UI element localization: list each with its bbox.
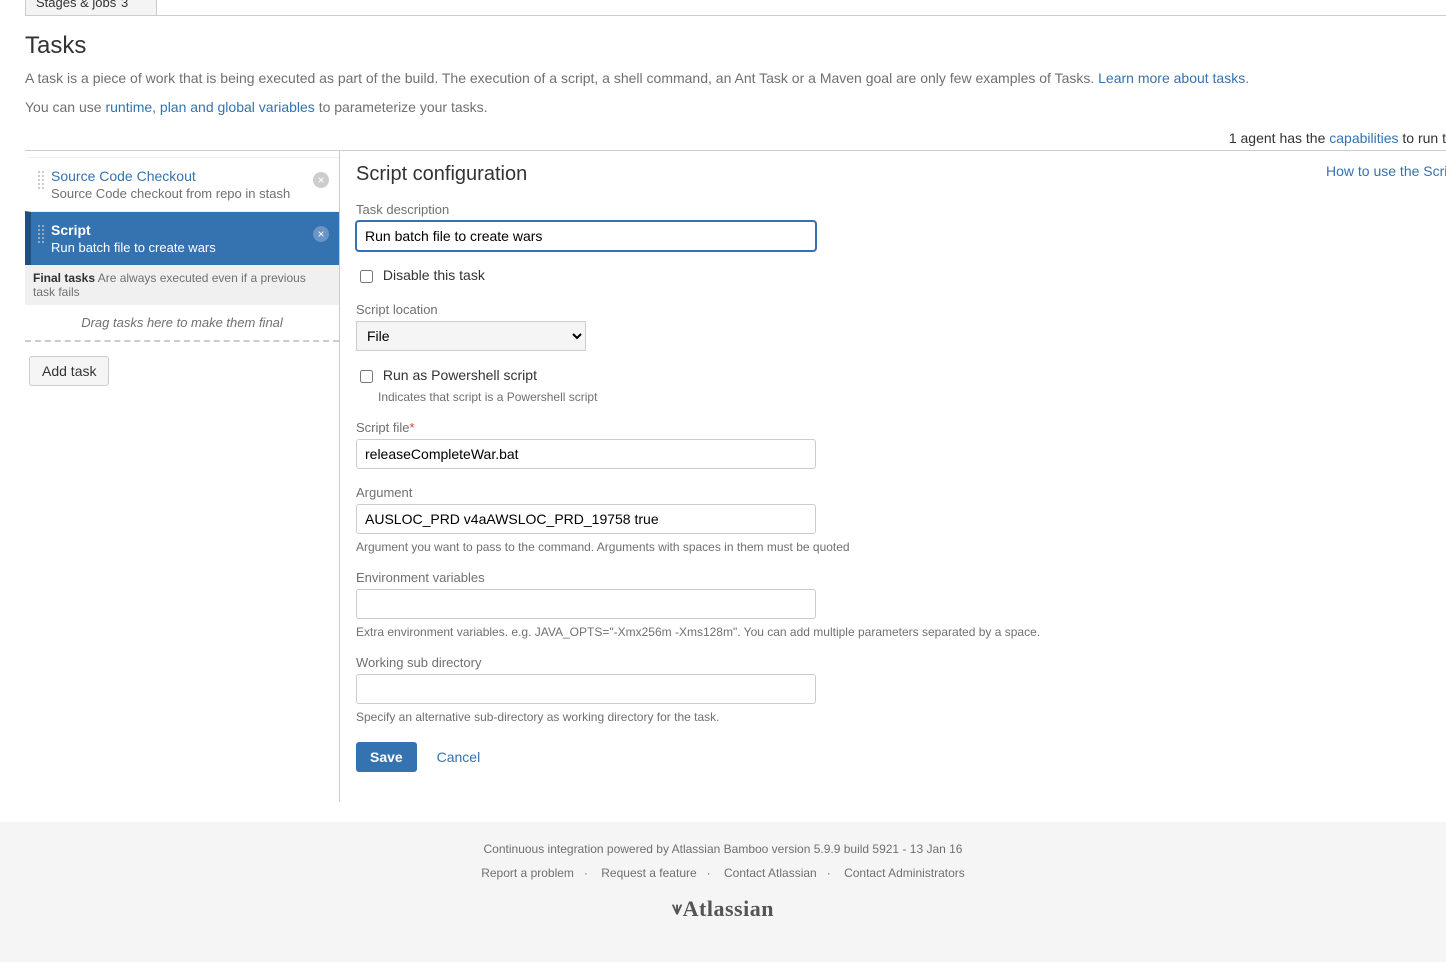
save-button[interactable]: Save [356,742,417,772]
script-location-label: Script location [356,302,1056,317]
learn-more-link[interactable]: Learn more about tasks [1098,70,1245,86]
argument-hint: Argument you want to pass to the command… [356,540,1056,554]
task-item-source-checkout[interactable]: Source Code Checkout Source Code checkou… [25,157,339,211]
task-name: Script [51,222,309,238]
remove-task-icon[interactable]: × [313,172,329,188]
powershell-checkbox[interactable] [360,370,373,383]
footer-link-report[interactable]: Report a problem [481,866,574,880]
footer-version: Continuous integration powered by Atlass… [0,842,1446,856]
drag-handle-icon[interactable] [37,224,45,244]
lead-2: You can use runtime, plan and global var… [25,97,1446,118]
script-file-input[interactable] [356,439,816,469]
footer-link-admin[interactable]: Contact Administrators [844,866,965,880]
cancel-button[interactable]: Cancel [431,748,487,766]
footer-link-feature[interactable]: Request a feature [601,866,696,880]
task-item-script[interactable]: Script Run batch file to create wars × [25,211,339,265]
variables-link[interactable]: runtime, plan and global variables [105,99,314,115]
atlassian-logo: ⩛Atlassian [0,896,1446,922]
form-title: Script configuration [356,163,1446,186]
disable-task-checkbox[interactable] [360,270,373,283]
argument-label: Argument [356,485,1056,500]
lead-text: You can use [25,99,105,115]
required-asterisk: * [409,420,414,435]
atlassian-logo-icon: ⩛ [672,898,683,918]
argument-input[interactable] [356,504,816,534]
how-to-use-link[interactable]: How to use the Scri [1326,163,1446,179]
powershell-text: Run as Powershell script [383,367,537,383]
remove-task-icon[interactable]: × [313,226,329,242]
agent-text: 1 agent has the [1229,130,1329,146]
script-file-label: Script file* [356,420,1056,435]
tab-label: Stages & jobs [36,0,116,10]
atlassian-logo-text: Atlassian [683,896,774,921]
task-description-input[interactable] [356,221,816,251]
env-vars-input[interactable] [356,589,816,619]
script-location-select[interactable]: File [356,321,586,351]
powershell-hint: Indicates that script is a Powershell sc… [356,390,1056,404]
final-tasks-header: Final tasks Are always executed even if … [25,265,339,305]
task-desc: Run batch file to create wars [51,240,309,255]
task-desc: Source Code checkout from repo in stash [51,186,309,201]
lead-1: A task is a piece of work that is being … [25,68,1446,89]
workdir-hint: Specify an alternative sub-directory as … [356,710,1056,724]
final-tasks-dropzone[interactable]: Drag tasks here to make them final [25,305,339,342]
tab-bar: Stages & jobs 3 [25,0,1446,16]
capabilities-link[interactable]: capabilities [1329,130,1398,146]
tab-stages-jobs[interactable]: Stages & jobs 3 [25,0,157,16]
drag-handle-icon[interactable] [37,170,45,190]
task-name: Source Code Checkout [51,168,309,184]
footer-link-contact[interactable]: Contact Atlassian [724,866,817,880]
disable-task-text: Disable this task [383,267,485,283]
task-description-label: Task description [356,202,1056,217]
add-task-button[interactable]: Add task [29,356,109,386]
agent-capability-note: 1 agent has the capabilities to run t [25,126,1446,151]
lead-text: A task is a piece of work that is being … [25,70,1098,86]
env-vars-label: Environment variables [356,570,1056,585]
powershell-checkbox-label[interactable]: Run as Powershell script [356,367,537,383]
task-list-sidebar: Source Code Checkout Source Code checkou… [25,151,340,802]
footer: Continuous integration powered by Atlass… [0,822,1446,962]
agent-text: to run t [1399,130,1446,146]
workdir-label: Working sub directory [356,655,1056,670]
page-title: Tasks [25,32,1446,60]
tab-count: 3 [121,0,128,10]
lead-text: to parameterize your tasks. [315,99,488,115]
final-tasks-title: Final tasks [33,271,95,285]
disable-task-checkbox-label[interactable]: Disable this task [356,267,485,283]
env-vars-hint: Extra environment variables. e.g. JAVA_O… [356,625,1056,639]
task-config-panel: How to use the Scri Script configuration… [340,151,1446,802]
workdir-input[interactable] [356,674,816,704]
